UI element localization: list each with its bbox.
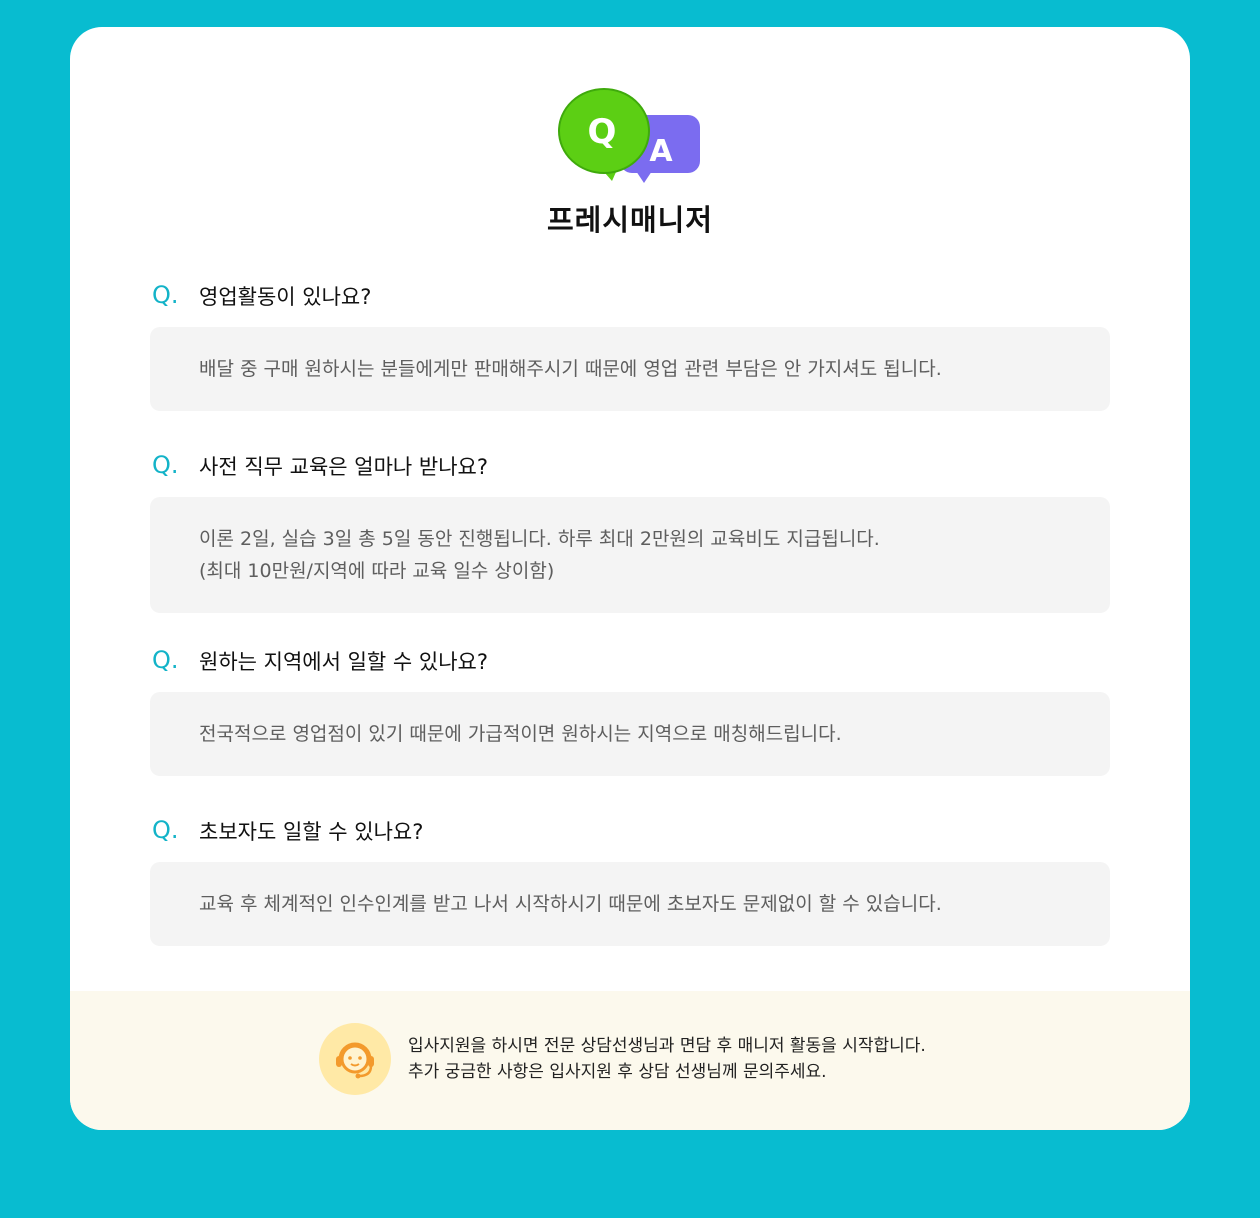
answer-text: (최대 10만원/지역에 따라 교육 일수 상이함) [199,560,555,582]
q-mark: Q. [152,281,179,309]
footer-line: 입사지원을 하시면 전문 상담선생님과 면담 후 매니저 활동을 시작합니다. [408,1036,926,1056]
headset-agent-icon [336,1042,374,1079]
page-title: 프레시매니저 [546,203,714,237]
faq-item: Q. 영업활동이 있나요? 배달 중 구매 원하시는 분들에게만 판매해주시기 … [150,277,1110,411]
faq-item: Q. 초보자도 일할 수 있나요? 교육 후 체계적인 인수인계를 받고 나서 … [150,812,1110,946]
q-mark: Q. [152,646,179,674]
faq-card: A Q 프레시매니저 Q. 영업활동이 있나요? 배달 중 구매 원하시는 분들… [70,27,1190,1130]
logo-a-letter: A [649,134,673,169]
question-row[interactable]: Q. 영업활동이 있나요? [150,277,1110,317]
footer-line: 추가 궁금한 사항은 입사지원 후 상담 선생님께 문의주세요. [408,1062,827,1082]
logo-q-letter: Q [588,112,617,152]
question-text: 사전 직무 교육은 얼마나 받나요? [199,455,489,479]
answer-box: 이론 2일, 실습 3일 총 5일 동안 진행됩니다. 하루 최대 2만원의 교… [150,497,1110,613]
q-mark: Q. [152,451,179,479]
avatar [319,1023,391,1095]
question-row[interactable]: Q. 사전 직무 교육은 얼마나 받나요? [150,447,1110,487]
answer-box: 전국적으로 영업점이 있기 때문에 가급적이면 원하시는 지역으로 매칭해드립니… [150,692,1110,776]
question-text: 영업활동이 있나요? [199,285,372,309]
q-mark: Q. [152,816,179,844]
answer-text: 전국적으로 영업점이 있기 때문에 가급적이면 원하시는 지역으로 매칭해드립니… [199,723,842,745]
answer-text: 이론 2일, 실습 3일 총 5일 동안 진행됩니다. 하루 최대 2만원의 교… [199,528,880,550]
answer-text: 배달 중 구매 원하시는 분들에게만 판매해주시기 때문에 영업 관련 부담은 … [199,358,942,380]
question-row[interactable]: Q. 원하는 지역에서 일할 수 있나요? [150,642,1110,682]
question-row[interactable]: Q. 초보자도 일할 수 있나요? [150,812,1110,852]
answer-box: 배달 중 구매 원하시는 분들에게만 판매해주시기 때문에 영업 관련 부담은 … [150,327,1110,411]
answer-text: 교육 후 체계적인 인수인계를 받고 나서 시작하시기 때문에 초보자도 문제없… [199,893,942,915]
answer-box: 교육 후 체계적인 인수인계를 받고 나서 시작하시기 때문에 초보자도 문제없… [150,862,1110,946]
faq-item: Q. 사전 직무 교육은 얼마나 받나요? 이론 2일, 실습 3일 총 5일 … [150,447,1110,613]
question-text: 초보자도 일할 수 있나요? [199,820,424,844]
question-text: 원하는 지역에서 일할 수 있나요? [199,650,489,674]
qa-bubbles-icon: A Q [558,88,700,183]
faq-item: Q. 원하는 지역에서 일할 수 있나요? 전국적으로 영업점이 있기 때문에 … [150,642,1110,776]
footer-notice: 입사지원을 하시면 전문 상담선생님과 면담 후 매니저 활동을 시작합니다. … [70,991,1190,1130]
